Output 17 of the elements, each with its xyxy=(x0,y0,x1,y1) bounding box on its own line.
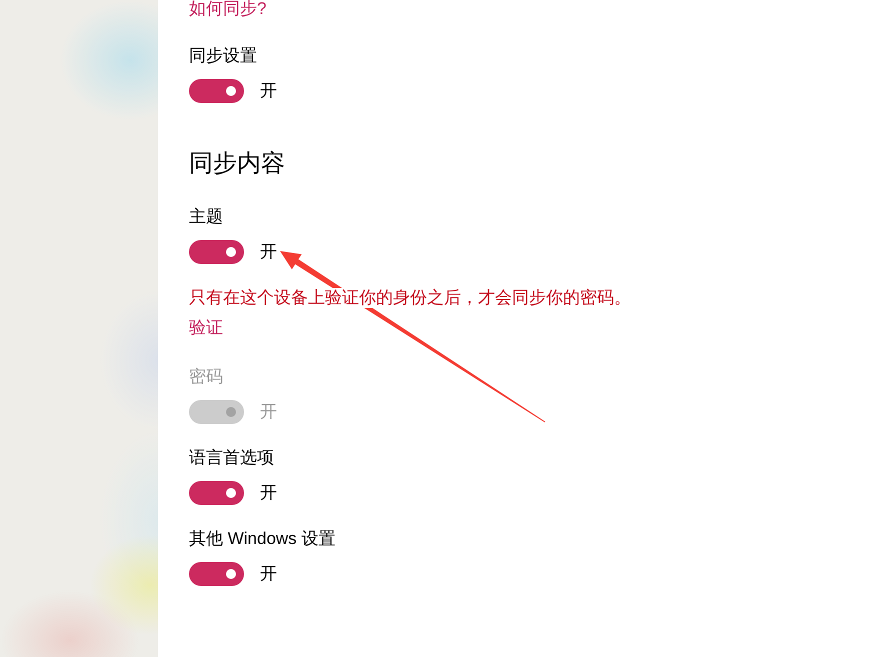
toggle-state-text: 开 xyxy=(260,80,277,102)
setting-label: 密码 xyxy=(189,366,223,388)
toggle-state-text: 开 xyxy=(260,482,277,504)
setting-label: 同步设置 xyxy=(189,45,257,67)
toggle-switch[interactable] xyxy=(189,79,244,103)
toggle-state-text: 开 xyxy=(260,563,277,585)
toggle-switch[interactable] xyxy=(189,481,244,505)
setting-label: 主题 xyxy=(189,206,223,228)
setting-label: 语言首选项 xyxy=(189,447,274,469)
toggle-state-text: 开 xyxy=(260,401,277,423)
section-heading: 同步内容 xyxy=(189,149,285,179)
toggle-state-text: 开 xyxy=(260,241,277,263)
toggle-switch[interactable] xyxy=(189,562,244,586)
help-link[interactable]: 如何同步? xyxy=(189,0,266,18)
toggle-switch[interactable] xyxy=(189,240,244,264)
setting-label: 其他 Windows 设置 xyxy=(189,528,336,550)
verify-link[interactable]: 验证 xyxy=(189,317,223,339)
